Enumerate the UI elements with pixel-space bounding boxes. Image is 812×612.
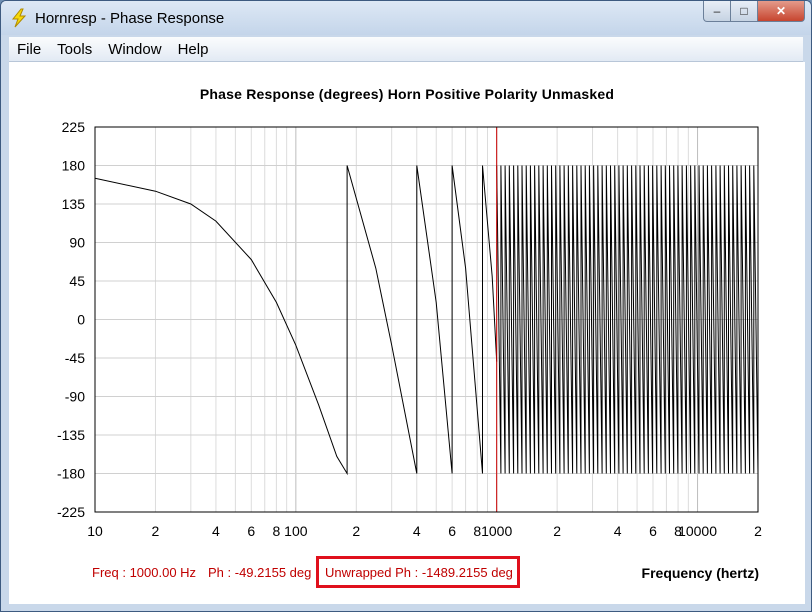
- title-bar[interactable]: Hornresp - Phase Response – □ ✕: [1, 1, 811, 35]
- y-tick-label: -45: [65, 350, 85, 366]
- x-tick-label: 10000: [678, 523, 717, 539]
- lightning-bolt-icon: [11, 8, 27, 28]
- menu-file[interactable]: File: [9, 41, 49, 58]
- x-tick-label: 2: [754, 523, 762, 539]
- y-tick-label: -90: [65, 389, 85, 405]
- x-tick-label: 4: [212, 523, 220, 539]
- chart-area: Phase Response (degrees) Horn Positive P…: [9, 62, 805, 604]
- y-tick-label: 225: [62, 119, 86, 135]
- y-tick-label: -135: [57, 427, 85, 443]
- x-tick-label: 8: [272, 523, 280, 539]
- menu-help[interactable]: Help: [170, 41, 217, 58]
- window-title: Hornresp - Phase Response: [35, 10, 225, 27]
- menu-tools[interactable]: Tools: [49, 41, 100, 58]
- menu-window[interactable]: Window: [100, 41, 169, 58]
- x-tick-label: 2: [152, 523, 160, 539]
- x-tick-label: 6: [448, 523, 456, 539]
- x-tick-label: 1000: [481, 523, 512, 539]
- maximize-button[interactable]: □: [731, 1, 758, 22]
- app-window: Hornresp - Phase Response – □ ✕ File Too…: [0, 0, 812, 612]
- x-axis-label: Frequency (hertz): [641, 565, 759, 581]
- phase-plot[interactable]: 22518013590450-45-90-135-180-22510 2 4 6 8 10…: [9, 62, 805, 604]
- unwrapped-phase-readout: Unwrapped Ph : -1489.2155 deg: [325, 565, 513, 580]
- close-button[interactable]: ✕: [758, 1, 805, 22]
- window-controls: – □ ✕: [703, 1, 805, 22]
- y-tick-label: -180: [57, 466, 85, 482]
- x-tick-label: 10: [87, 523, 103, 539]
- y-tick-label: 90: [69, 235, 85, 251]
- x-tick-label: 6: [247, 523, 255, 539]
- x-tick-label: 100: [284, 523, 308, 539]
- y-tick-label: 135: [62, 196, 86, 212]
- phase-readout: Ph : -49.2155 deg: [208, 565, 312, 580]
- x-tick-label: 2: [553, 523, 561, 539]
- x-tick-label: 4: [614, 523, 622, 539]
- y-tick-label: 0: [77, 312, 85, 328]
- y-tick-label: 180: [62, 158, 86, 174]
- minimize-button[interactable]: –: [703, 1, 731, 22]
- y-tick-label: 45: [69, 273, 85, 289]
- x-tick-label: 2: [352, 523, 360, 539]
- x-tick-label: 4: [413, 523, 421, 539]
- freq-readout: Freq : 1000.00 Hz: [92, 565, 197, 580]
- x-tick-label: 6: [649, 523, 657, 539]
- y-tick-label: -225: [57, 504, 85, 520]
- menu-bar: File Tools Window Help: [9, 37, 803, 62]
